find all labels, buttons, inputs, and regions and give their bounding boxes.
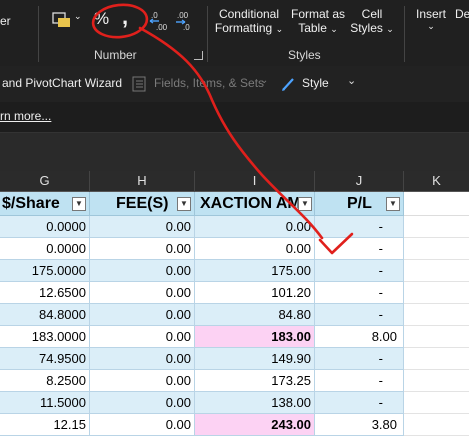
annotation-arrow-line xyxy=(138,26,324,240)
annotation-arrow-head xyxy=(318,232,354,255)
annotation-circle xyxy=(91,3,149,39)
annotation-overlay xyxy=(91,3,354,255)
